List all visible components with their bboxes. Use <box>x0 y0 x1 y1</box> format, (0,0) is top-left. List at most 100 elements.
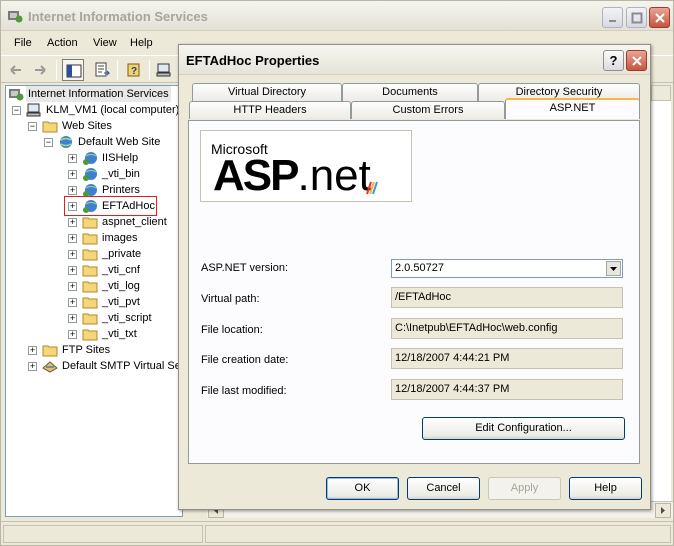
edit-configuration-button[interactable]: Edit Configuration... <box>422 417 625 440</box>
collapse-icon[interactable]: − <box>12 106 21 115</box>
help-toolbar-button[interactable]: ? <box>123 59 145 81</box>
close-icon <box>655 13 665 23</box>
minimize-button[interactable] <box>602 7 623 28</box>
file-last-modified-field[interactable]: 12/18/2007 4:44:37 PM <box>391 379 623 400</box>
close-icon <box>632 56 642 66</box>
aspnet-version-select[interactable]: 2.0.50727 <box>391 259 623 278</box>
folder-icon <box>82 265 98 277</box>
dialog-title-bar[interactable]: EFTAdHoc Properties ? <box>179 45 650 75</box>
expand-icon[interactable]: + <box>28 362 37 371</box>
arrow-right-icon <box>661 507 665 514</box>
tree-label: images <box>102 232 138 244</box>
aspnet-tab-panel: Microsoft ASP.net ASP.NET version: 2.0.5… <box>188 120 640 464</box>
tree-label: Internet Information Services <box>26 86 171 102</box>
folder-icon <box>42 121 58 133</box>
collapse-icon[interactable]: − <box>44 138 53 147</box>
folder-icon <box>82 313 98 325</box>
status-pane <box>205 525 671 543</box>
expand-icon[interactable]: + <box>68 282 77 291</box>
console-tree[interactable]: Internet Information Services − KLM_VM1 … <box>5 85 183 517</box>
cancel-button[interactable]: Cancel <box>407 477 480 500</box>
file-location-field[interactable]: C:\Inetpub\EFTAdHoc\web.config <box>391 318 623 339</box>
file-last-modified-label: File last modified: <box>201 385 287 397</box>
virtual-dir-icon <box>83 168 97 181</box>
tree-label: _vti_log <box>102 280 140 292</box>
iis-icon <box>9 89 24 101</box>
computer-icon <box>156 63 171 77</box>
menu-file[interactable]: File <box>14 37 32 49</box>
tab-virtual-directory[interactable]: Virtual Directory <box>192 83 342 101</box>
ok-button[interactable]: OK <box>326 477 399 500</box>
tree-label: Default Web Site <box>78 136 161 148</box>
folder-icon <box>82 249 98 261</box>
export-list-icon <box>95 62 110 77</box>
tab-custom-errors[interactable]: Custom Errors <box>351 101 505 119</box>
tree-label: _vti_script <box>102 312 152 324</box>
expand-icon[interactable]: + <box>68 154 77 163</box>
forward-arrow-icon <box>35 65 46 75</box>
expand-icon[interactable]: + <box>68 186 77 195</box>
chevron-down-icon[interactable] <box>606 261 621 276</box>
highlight-box <box>64 196 157 216</box>
properties-dialog: EFTAdHoc Properties ? Virtual Directory … <box>178 44 651 510</box>
tree-label: KLM_VM1 (local computer) <box>46 104 180 116</box>
dialog-title: EFTAdHoc Properties <box>186 53 320 68</box>
expand-icon[interactable]: + <box>68 314 77 323</box>
show-hide-tree-button[interactable] <box>62 59 84 81</box>
logo-aspnet-text: ASP.net <box>213 151 371 201</box>
web-site-icon <box>60 136 72 148</box>
status-bar <box>1 521 673 545</box>
computer-toolbar-button[interactable] <box>153 59 175 81</box>
folder-icon <box>82 233 98 245</box>
menu-help[interactable]: Help <box>130 37 153 49</box>
expand-icon[interactable]: + <box>68 266 77 275</box>
back-arrow-icon <box>10 65 21 75</box>
tree-label: _vti_cnf <box>102 264 140 276</box>
minimize-icon <box>609 20 616 22</box>
maximize-button[interactable] <box>626 7 647 28</box>
menu-view[interactable]: View <box>93 37 117 49</box>
tree-label: Default SMTP Virtual Ser <box>62 360 183 372</box>
tab-documents[interactable]: Documents <box>342 83 478 101</box>
expand-icon[interactable]: + <box>68 234 77 243</box>
main-close-button[interactable] <box>649 7 670 28</box>
tab-aspnet[interactable]: ASP.NET <box>505 98 640 119</box>
back-button[interactable] <box>5 59 27 81</box>
menu-action[interactable]: Action <box>47 37 78 49</box>
details-pane[interactable] <box>651 101 671 501</box>
expand-icon[interactable]: + <box>68 298 77 307</box>
expand-icon[interactable]: + <box>68 218 77 227</box>
virtual-path-field[interactable]: /EFTAdHoc <box>391 287 623 308</box>
smtp-server-icon <box>42 361 58 373</box>
export-list-button[interactable] <box>91 59 113 81</box>
expand-icon[interactable]: + <box>28 346 37 355</box>
forward-button[interactable] <box>29 59 51 81</box>
console-tree-icon <box>66 64 82 78</box>
maximize-icon <box>631 12 643 24</box>
file-creation-date-field[interactable]: 12/18/2007 4:44:21 PM <box>391 348 623 369</box>
help-button[interactable]: Help <box>569 477 642 500</box>
folder-icon <box>82 217 98 229</box>
main-title-bar[interactable]: Internet Information Services <box>1 1 673 31</box>
expand-icon[interactable]: + <box>68 170 77 179</box>
dialog-help-button[interactable]: ? <box>603 50 624 71</box>
collapse-icon[interactable]: − <box>28 122 37 131</box>
svg-text:?: ? <box>131 66 137 77</box>
apply-button[interactable]: Apply <box>488 477 561 500</box>
file-location-label: File location: <box>201 324 263 336</box>
list-column-header[interactable] <box>651 85 671 101</box>
help-book-icon: ? <box>127 63 140 77</box>
logo-stripes-icon <box>366 181 378 195</box>
file-creation-date-label: File creation date: <box>201 354 289 366</box>
scroll-right-button[interactable] <box>655 503 671 518</box>
expand-icon[interactable]: + <box>68 250 77 259</box>
dialog-close-button[interactable] <box>626 50 647 71</box>
logo-asp: ASP <box>213 151 299 200</box>
tab-http-headers[interactable]: HTTP Headers <box>189 101 351 119</box>
aspnet-version-label: ASP.NET version: <box>201 262 289 274</box>
logo-net: .net <box>297 151 371 200</box>
expand-icon[interactable]: + <box>68 330 77 339</box>
computer-icon <box>26 103 41 117</box>
virtual-path-label: Virtual path: <box>201 293 260 305</box>
tree-label: _vti_txt <box>102 328 137 340</box>
